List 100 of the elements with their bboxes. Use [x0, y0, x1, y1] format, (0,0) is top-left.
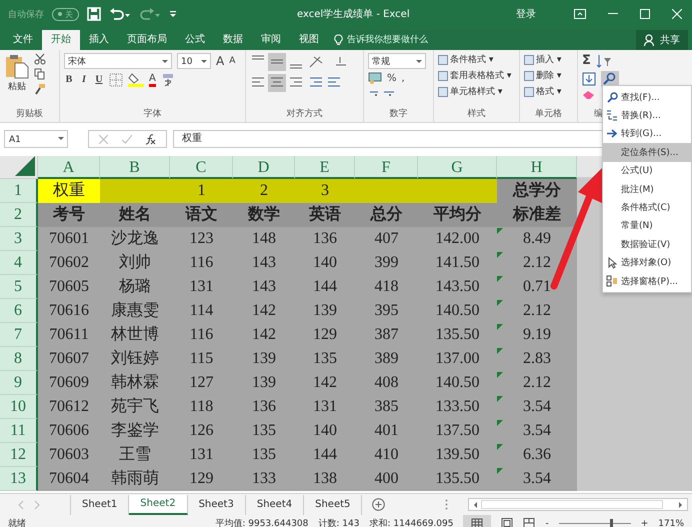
ribbon-display-icon[interactable] [574, 9, 586, 19]
name-box[interactable]: A1 [4, 130, 68, 148]
undo-icon[interactable] [109, 7, 131, 21]
column-header[interactable]: A [38, 156, 100, 179]
lightbulb-icon [334, 34, 343, 46]
table-cell: 148 [233, 227, 295, 251]
function-icon[interactable] [146, 134, 156, 144]
ribbon-tab[interactable]: 文件 [4, 30, 42, 50]
menu-item[interactable]: 定位条件(S)... [603, 143, 691, 162]
menu-item[interactable]: 公式(U) [603, 162, 691, 180]
status-text: 就绪 [8, 518, 26, 527]
column-header[interactable]: C [170, 156, 233, 179]
add-sheet-icon[interactable] [372, 498, 386, 511]
tell-me-field[interactable]: 告诉我你想要做什么 [347, 30, 636, 50]
table-cell: 142 [233, 299, 295, 323]
border-icon[interactable] [109, 72, 123, 86]
menu-item[interactable]: 常量(N) [603, 216, 691, 236]
row-header[interactable]: 8 [0, 347, 38, 371]
paste-button[interactable]: 粘贴 [8, 80, 26, 93]
customize-toolbar-icon[interactable] [169, 9, 177, 19]
paste-icon[interactable] [4, 53, 30, 79]
login-link[interactable]: 登录 [516, 7, 536, 21]
maximize-icon[interactable] [640, 9, 650, 19]
more-icon[interactable] [445, 499, 448, 510]
row-header[interactable]: 3 [0, 227, 38, 251]
percent-button[interactable]: % [387, 72, 397, 84]
minimize-icon[interactable] [608, 13, 618, 15]
menu-item[interactable]: 替换(R)... [603, 106, 691, 125]
column-header[interactable]: F [355, 156, 418, 179]
cells-menu-button[interactable]: 格式 ▾ [524, 85, 573, 98]
cells-menu-button[interactable]: 插入 ▾ [524, 53, 573, 66]
row-header[interactable]: 1 [0, 179, 38, 203]
font-color-button[interactable]: A [149, 72, 156, 86]
row-header[interactable]: 12 [0, 443, 38, 467]
ribbon-tab[interactable]: 审阅 [252, 30, 290, 50]
ribbon-tab[interactable]: 视图 [290, 30, 328, 50]
font-size-field[interactable]: 10 [177, 53, 211, 69]
zoom-slider-thumb[interactable] [610, 519, 613, 527]
ribbon-tab[interactable]: 页面布局 [118, 30, 176, 50]
select-all-icon[interactable] [15, 156, 35, 176]
normal-view-icon[interactable] [463, 515, 492, 527]
horizontal-scrollbar[interactable] [468, 498, 688, 511]
menu-item[interactable]: 查找(F)... [603, 88, 691, 106]
font-name-field[interactable]: 宋体 [64, 53, 172, 69]
fill-color-icon[interactable] [128, 72, 144, 87]
row-header[interactable]: 6 [0, 299, 38, 323]
page-break-view-icon[interactable] [523, 518, 536, 527]
close-icon[interactable] [672, 9, 682, 19]
number-format-field[interactable]: 常规 [368, 53, 426, 69]
row-header[interactable]: 11 [0, 419, 38, 443]
table-cell: 131 [170, 443, 233, 467]
format-painter-icon[interactable] [34, 83, 46, 95]
row-header[interactable]: 10 [0, 395, 38, 419]
page-layout-view-icon[interactable] [501, 518, 514, 527]
font-style-button[interactable]: U [94, 74, 104, 85]
menu-item[interactable]: 批注(M) [603, 180, 691, 198]
row-header[interactable]: 9 [0, 371, 38, 395]
ribbon-tab[interactable]: 开始 [42, 30, 80, 50]
zoom-out-button[interactable]: - [545, 518, 549, 527]
styles-menu-button[interactable]: 单元格样式 ▾ [438, 85, 515, 98]
save-icon[interactable] [87, 7, 101, 21]
row-header[interactable]: 2 [0, 203, 38, 227]
styles-menu-button[interactable]: 条件格式 ▾ [438, 53, 515, 66]
cells-menu-button[interactable]: 删除 ▾ [524, 69, 573, 82]
ribbon-tab[interactable]: 公式 [176, 30, 214, 50]
column-header[interactable]: G [418, 156, 497, 179]
row-header[interactable]: 5 [0, 275, 38, 299]
styles-menu-button[interactable]: 套用表格格式 ▾ [438, 69, 515, 82]
menu-item[interactable]: 数据验证(V) [603, 235, 691, 254]
column-header[interactable]: H [497, 156, 577, 179]
zoom-level-text[interactable]: 171% [658, 518, 684, 527]
menu-item[interactable]: 选择对象(O) [603, 254, 691, 272]
ribbon-tab[interactable]: 数据 [214, 30, 252, 50]
table-cell: 144 [295, 275, 355, 299]
column-header[interactable]: E [295, 156, 355, 179]
scissors-icon[interactable] [34, 53, 46, 65]
sort-filter-icon[interactable] [596, 54, 612, 68]
row-header[interactable]: 13 [0, 467, 38, 491]
comma-button[interactable]: , [402, 72, 405, 84]
row-header[interactable]: 7 [0, 323, 38, 347]
row-header[interactable]: 4 [0, 251, 38, 275]
sheet-tab[interactable]: Sheet2 [129, 494, 188, 514]
shrink-font-button[interactable]: A [229, 56, 236, 66]
ribbon-tab[interactable]: 插入 [80, 30, 118, 50]
phonetic-icon[interactable] [160, 72, 175, 86]
fill-down-icon[interactable] [582, 72, 596, 86]
menu-item[interactable]: 选择窗格(P)... [603, 272, 691, 290]
eraser-icon[interactable] [582, 90, 596, 100]
grow-font-button[interactable]: A [216, 54, 224, 68]
currency-icon[interactable] [368, 72, 382, 84]
font-style-button[interactable]: I [79, 74, 89, 85]
menu-item[interactable]: 条件格式(C) [603, 198, 691, 217]
autosum-button[interactable]: Σ [582, 53, 591, 68]
check-icon[interactable] [122, 134, 132, 144]
column-header[interactable]: D [233, 156, 295, 179]
font-style-button[interactable]: B [64, 74, 74, 85]
table-cell: 142 [295, 371, 355, 395]
share-button[interactable]: 共享 [636, 30, 688, 50]
zoom-in-button[interactable]: + [640, 518, 648, 527]
column-header[interactable]: B [100, 156, 170, 179]
